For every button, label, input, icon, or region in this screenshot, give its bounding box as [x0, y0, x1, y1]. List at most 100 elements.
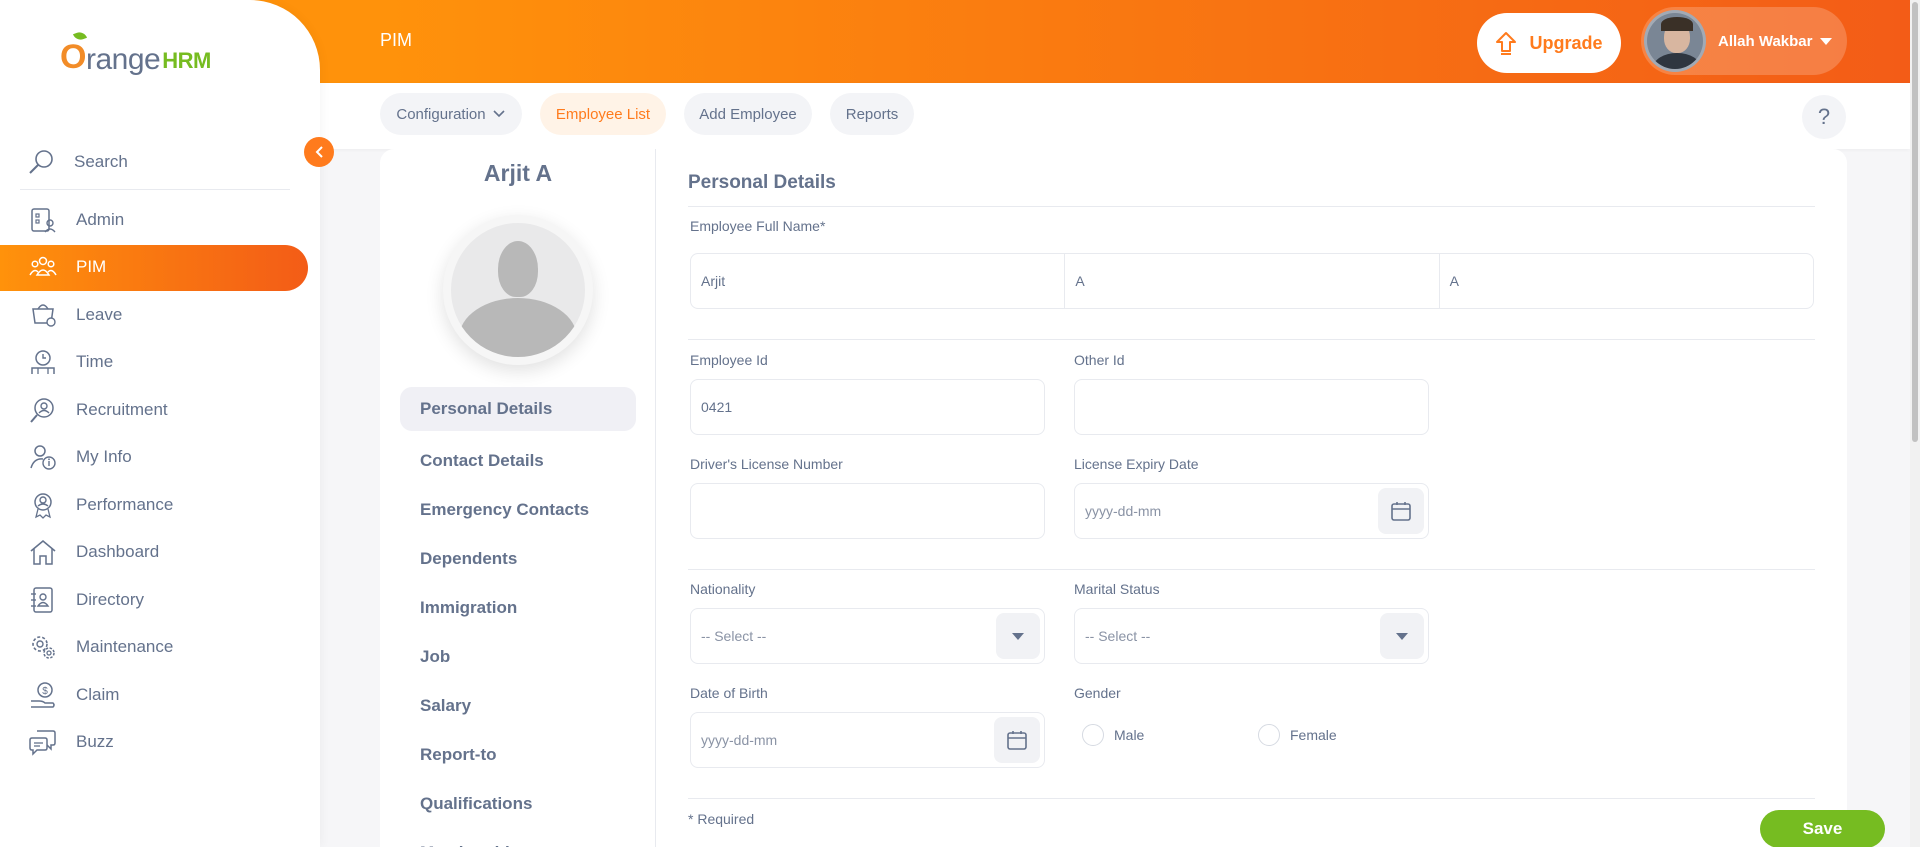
- gender-female-label: Female: [1290, 727, 1337, 743]
- orangehrm-logo: Orange HRM: [60, 30, 211, 77]
- section-title: Personal Details: [688, 172, 836, 193]
- radio-circle: [1258, 724, 1280, 746]
- maintenance-icon: [28, 632, 58, 662]
- employee-details-card: Arjit A Personal Details Contact Details…: [380, 149, 1885, 847]
- license-expiry-input[interactable]: yyyy-dd-mm: [1074, 483, 1429, 539]
- side-menu-report-to[interactable]: Report-to: [400, 730, 636, 779]
- gender-label: Gender: [1074, 685, 1121, 701]
- sidebar-item-my-info[interactable]: My Info: [0, 434, 320, 482]
- scrollbar-thumb[interactable]: [1912, 2, 1918, 442]
- side-menu-salary[interactable]: Salary: [400, 681, 636, 730]
- gender-male-label: Male: [1114, 727, 1145, 743]
- sidebar-item-performance[interactable]: Performance: [0, 481, 320, 529]
- sidebar-item-label: Buzz: [76, 732, 114, 752]
- sidebar-item-leave[interactable]: Leave: [0, 291, 320, 339]
- first-name-input[interactable]: Arjit: [691, 254, 1066, 308]
- last-name-input[interactable]: A: [1440, 254, 1813, 308]
- other-id-label: Other Id: [1074, 352, 1125, 368]
- date-of-birth-label: Date of Birth: [690, 685, 768, 701]
- license-number-label: Driver's License Number: [690, 456, 843, 472]
- nationality-select[interactable]: -- Select --: [690, 608, 1045, 664]
- tab-employee-list[interactable]: Employee List: [540, 93, 666, 135]
- side-menu-dependents[interactable]: Dependents: [400, 534, 636, 583]
- user-dropdown[interactable]: Allah Wakbar: [1641, 7, 1847, 75]
- date-of-birth-input[interactable]: yyyy-dd-mm: [690, 712, 1045, 768]
- save-button[interactable]: Save: [1760, 810, 1885, 847]
- nationality-label: Nationality: [690, 581, 756, 597]
- sidebar-item-claim[interactable]: $ Claim: [0, 671, 320, 719]
- employee-id-input[interactable]: 0421: [690, 379, 1045, 435]
- sidebar-item-time[interactable]: Time: [0, 339, 320, 387]
- side-menu-contact-details[interactable]: Contact Details: [400, 436, 636, 485]
- side-menu-immigration[interactable]: Immigration: [400, 583, 636, 632]
- other-id-input[interactable]: [1074, 379, 1429, 435]
- calendar-button[interactable]: [994, 717, 1040, 763]
- side-menu-job[interactable]: Job: [400, 632, 636, 681]
- svg-text:$: $: [42, 686, 48, 697]
- claim-icon: $: [28, 680, 58, 710]
- dropdown-toggle[interactable]: [1380, 613, 1424, 659]
- sidebar: Orange HRM Search Admin PIM Leave Time Re…: [0, 0, 320, 847]
- dropdown-toggle[interactable]: [996, 613, 1040, 659]
- employee-profile-panel: Arjit A Personal Details Contact Details…: [380, 149, 656, 847]
- gender-male-radio[interactable]: Male: [1082, 724, 1144, 746]
- calendar-icon: [1007, 731, 1027, 750]
- sidebar-search[interactable]: Search: [20, 134, 290, 190]
- sidebar-item-recruitment[interactable]: Recruitment: [0, 386, 320, 434]
- marital-status-select[interactable]: -- Select --: [1074, 608, 1429, 664]
- calendar-icon: [1391, 502, 1411, 521]
- tab-configuration[interactable]: Configuration: [380, 93, 522, 135]
- sidebar-item-dashboard[interactable]: Dashboard: [0, 529, 320, 577]
- calendar-button[interactable]: [1378, 488, 1424, 534]
- buzz-icon: [28, 727, 58, 757]
- side-menu-qualifications[interactable]: Qualifications: [400, 779, 636, 828]
- chevron-down-icon: [493, 110, 505, 118]
- sidebar-nav: Admin PIM Leave Time Recruitment My Info…: [0, 196, 320, 766]
- sidebar-item-label: Performance: [76, 494, 174, 514]
- required-note: * Required: [688, 811, 755, 827]
- admin-icon: [28, 205, 58, 235]
- sidebar-item-label: PIM: [76, 257, 107, 277]
- divider: [688, 569, 1815, 570]
- sidebar-item-pim[interactable]: PIM: [0, 244, 320, 292]
- chevron-left-icon: [315, 146, 323, 158]
- search-icon: [29, 149, 53, 174]
- sidebar-item-maintenance[interactable]: Maintenance: [0, 624, 320, 672]
- sidebar-item-admin[interactable]: Admin: [0, 196, 320, 244]
- employee-name: Arjit A: [483, 160, 553, 186]
- caret-down-icon: [1012, 632, 1024, 640]
- side-menu-emergency-contacts[interactable]: Emergency Contacts: [400, 485, 636, 534]
- tab-add-employee[interactable]: Add Employee: [684, 93, 812, 135]
- scrollbar[interactable]: [1910, 0, 1920, 847]
- employee-side-menu: Personal Details Contact Details Emergen…: [400, 387, 636, 847]
- side-menu-memberships[interactable]: Memberships: [400, 828, 636, 847]
- tab-configuration-label: Configuration: [396, 105, 486, 123]
- license-expiry-label: License Expiry Date: [1074, 456, 1199, 472]
- my-info-icon: [28, 442, 58, 472]
- tab-reports[interactable]: Reports: [830, 93, 914, 135]
- license-number-input[interactable]: [690, 483, 1045, 539]
- collapse-sidebar-button[interactable]: [304, 137, 334, 167]
- sub-navigation: Configuration Employee List Add Employee…: [320, 83, 1910, 149]
- license-expiry-placeholder: yyyy-dd-mm: [1085, 503, 1162, 519]
- directory-icon: [28, 585, 58, 615]
- dashboard-icon: [28, 537, 58, 567]
- sidebar-item-label: Recruitment: [76, 399, 168, 419]
- divider: [688, 339, 1815, 340]
- full-name-label: Employee Full Name*: [690, 218, 826, 234]
- side-menu-personal-details[interactable]: Personal Details: [400, 387, 636, 431]
- gender-female-radio[interactable]: Female: [1258, 724, 1337, 746]
- sidebar-item-directory[interactable]: Directory: [0, 576, 320, 624]
- sidebar-item-label: Dashboard: [76, 542, 160, 562]
- middle-name-input[interactable]: A: [1065, 254, 1440, 308]
- marital-status-value: -- Select --: [1085, 628, 1151, 644]
- sidebar-item-label: Time: [76, 352, 114, 372]
- caret-down-icon: [1396, 632, 1408, 640]
- performance-icon: [28, 490, 58, 520]
- employee-photo[interactable]: [443, 215, 593, 365]
- help-button[interactable]: ?: [1802, 95, 1846, 139]
- sidebar-item-buzz[interactable]: Buzz: [0, 719, 320, 767]
- upgrade-button[interactable]: Upgrade: [1477, 13, 1621, 73]
- sidebar-item-label: My Info: [76, 447, 132, 467]
- leave-icon: [28, 300, 58, 330]
